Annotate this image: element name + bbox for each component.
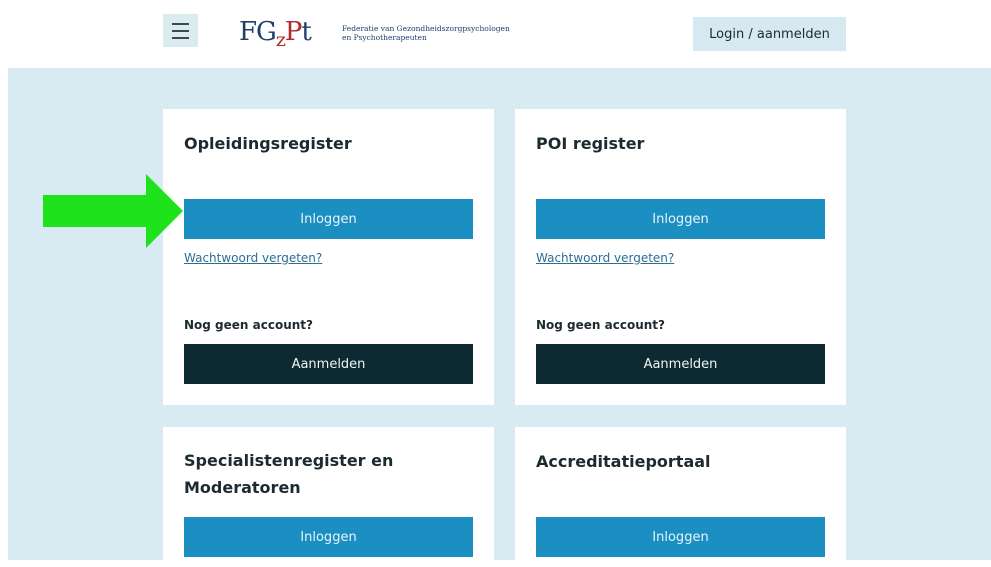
card-opleidingsregister: Opleidingsregister Inloggen Wachtwoord v… xyxy=(163,109,494,405)
login-button[interactable]: Inloggen xyxy=(184,517,473,557)
hamburger-icon-line xyxy=(172,37,189,39)
register-button[interactable]: Aanmelden xyxy=(536,344,825,384)
login-button[interactable]: Inloggen xyxy=(536,517,825,557)
logo-text-line2: en Psychotherapeuten xyxy=(342,33,427,42)
logo-letter: z xyxy=(275,29,286,51)
site-header: FGzPt Federatie van Gezondheidszorgpsych… xyxy=(0,0,991,68)
logo-letter: t xyxy=(301,17,312,47)
logo-letter: G xyxy=(256,17,277,47)
register-button[interactable]: Aanmelden xyxy=(184,344,473,384)
card-title: Specialistenregister en Moderatoren xyxy=(184,447,393,501)
card-title-line2: Moderatoren xyxy=(184,478,301,497)
main-content: Opleidingsregister Inloggen Wachtwoord v… xyxy=(8,68,991,567)
card-specialistenregister: Specialistenregister en Moderatoren Inlo… xyxy=(163,427,494,567)
logo-letter: P xyxy=(284,17,302,47)
forgot-password-link[interactable]: Wachtwoord vergeten? xyxy=(184,251,322,265)
login-register-button[interactable]: Login / aanmelden xyxy=(693,17,846,51)
no-account-label: Nog geen account? xyxy=(536,318,665,332)
logo-letter: F xyxy=(239,17,257,47)
menu-button[interactable] xyxy=(163,14,198,47)
logo-text-line1: Federatie van Gezondheidszorgpsychologen xyxy=(342,24,510,33)
card-title-line1: Specialistenregister en xyxy=(184,451,394,470)
login-button[interactable]: Inloggen xyxy=(184,199,473,239)
hamburger-icon-line xyxy=(172,30,189,32)
right-arrow-icon xyxy=(43,174,183,248)
card-poi-register: POI register Inloggen Wachtwoord vergete… xyxy=(515,109,846,405)
logo-mark: FGzPt xyxy=(239,15,312,51)
card-accreditatieportaal: Accreditatieportaal Inloggen xyxy=(515,427,846,567)
hamburger-icon xyxy=(172,23,189,25)
card-title: Accreditatieportaal xyxy=(536,452,711,471)
forgot-password-link[interactable]: Wachtwoord vergeten? xyxy=(536,251,674,265)
no-account-label: Nog geen account? xyxy=(184,318,313,332)
card-title: POI register xyxy=(536,134,645,153)
login-button[interactable]: Inloggen xyxy=(536,199,825,239)
logo-text: Federatie van Gezondheidszorgpsychologen… xyxy=(342,24,510,42)
arrow-shape xyxy=(43,174,183,248)
card-title: Opleidingsregister xyxy=(184,134,352,153)
